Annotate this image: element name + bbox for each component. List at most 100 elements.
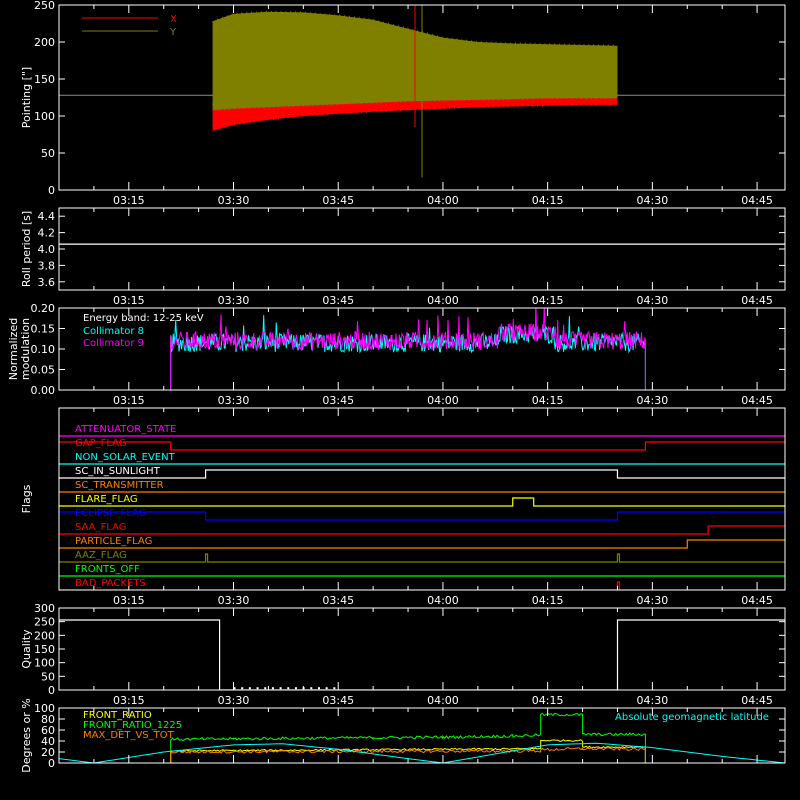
- flag-label-aaz-flag: AAZ_FLAG: [75, 550, 127, 561]
- y-tick-label: 0.05: [31, 364, 56, 377]
- flag-line-gap-flag: [59, 441, 785, 451]
- panel-roll: Roll period [s] 3.6 3.8 4.0 4.2 4.4 03:15 03:30…: [20, 207, 786, 307]
- legend-label: MAX_DET_VS_TOT: [83, 730, 175, 741]
- y-tick-label: 0: [48, 684, 55, 697]
- x-tick-label: 04:00: [427, 394, 459, 407]
- x-tick-label: 04:30: [637, 394, 669, 407]
- series-line-collimator-8: [59, 315, 785, 390]
- flag-line-particle-flag: [59, 539, 785, 549]
- quality-point: [333, 687, 336, 690]
- quality-point: [317, 687, 320, 690]
- y-tick-label: 4.4: [38, 210, 56, 223]
- legend-label-collimator: Collimator 9: [83, 338, 144, 349]
- quality-point: [241, 687, 244, 690]
- x-tick-label: 04:45: [741, 594, 773, 607]
- quality-point: [287, 687, 290, 690]
- panel-quality: Quality 050100150200250300 03:15 03:30 03:45…: [20, 602, 786, 707]
- quality-point: [279, 687, 282, 690]
- x-tick-label: 03:30: [218, 194, 250, 207]
- legend-label-y: Y: [169, 27, 177, 38]
- x-tick-label: 03:30: [218, 594, 250, 607]
- x-tick-label: 03:30: [218, 694, 250, 707]
- flag-label-attenuator-state: ATTENUATOR_STATE: [75, 424, 176, 435]
- y-axis-label: Degrees or %: [20, 698, 33, 772]
- y-tick-label: 0.20: [31, 302, 56, 315]
- x-tick-label: 04:45: [741, 394, 773, 407]
- flag-line-bad-packets: [59, 581, 785, 590]
- y-tick-label: 200: [34, 36, 55, 49]
- chart-figure: Pointing ["]05010015020025003:15 03:30 03:…: [0, 0, 800, 800]
- x-tick-label: 04:30: [637, 694, 669, 707]
- x-tick-label: 04:15: [532, 394, 564, 407]
- y-tick-label: 300: [34, 602, 55, 615]
- y-axis-label: Pointing ["]: [20, 67, 33, 128]
- x-tick-label: 04:30: [637, 194, 669, 207]
- quality-point: [325, 687, 328, 690]
- x-tick-label: 03:45: [322, 194, 354, 207]
- quality-point: [248, 687, 251, 690]
- y-tick-label: 250: [34, 616, 55, 629]
- quality-point: [256, 687, 259, 690]
- y-axis-label: Flags: [20, 484, 33, 513]
- flag-label-non-solar-event: NON_SOLAR_EVENT: [75, 452, 176, 463]
- x-tick-label: 03:15: [113, 294, 145, 307]
- quality-point: [264, 687, 267, 690]
- quality-point: [294, 687, 297, 690]
- panel-flags: Flags 03:15 03:30 03:45 04:00 04:15 04:30 04:45…: [20, 407, 786, 607]
- y-tick-label: 4.2: [38, 227, 56, 240]
- quality-point: [271, 687, 274, 690]
- legend-label-collimator: Collimator 8: [83, 326, 144, 337]
- x-tick-label: 03:15: [113, 694, 145, 707]
- series-line-front-ratio-1225: [170, 712, 646, 763]
- x-tick-label: 04:00: [427, 594, 459, 607]
- y-tick-label: 100: [34, 657, 55, 670]
- x-tick-label: 04:30: [637, 594, 669, 607]
- flag-label-fronts-off: FRONTS_OFF: [75, 564, 140, 575]
- panel-modulation: Normalized modulation0.000.050.100.150.20…: [7, 302, 786, 407]
- plot-area: [59, 619, 785, 690]
- plot-area: [59, 5, 785, 178]
- y-tick-label: 200: [34, 629, 55, 642]
- x-tick-label: 04:45: [741, 294, 773, 307]
- legend-label-geomagnetic-latitude: Absolute geomagnetic latitude: [615, 712, 769, 723]
- energy-band-annotation: Energy band: 12-25 keV: [83, 313, 204, 324]
- panel-frame: [58, 407, 786, 591]
- x-tick-label: 03:15: [113, 194, 145, 207]
- y-tick-label: 100: [34, 110, 55, 123]
- x-tick-label: 04:45: [741, 694, 773, 707]
- x-tick-label: 03:45: [322, 394, 354, 407]
- flag-label-sc-in-sunlight: SC_IN_SUNLIGHT: [75, 466, 161, 477]
- panel-pointing: Pointing ["] 0 50 100 150 200 250 03:15 03:30 03:…: [20, 0, 786, 207]
- panel-frame: [58, 207, 786, 291]
- x-tick-label: 04:00: [427, 194, 459, 207]
- y-tick-label: 250: [34, 0, 55, 12]
- flag-line-sc-in-sunlight: [59, 469, 785, 479]
- y-tick-label: 100: [34, 702, 55, 715]
- flag-line-eclipse-flag: [59, 511, 785, 521]
- flag-label-sc-transmitter: SC_TRANSMITTER: [75, 480, 164, 491]
- x-tick-label: 03:45: [322, 294, 354, 307]
- legend-label-x: X: [170, 14, 177, 25]
- flag-label-gap-flag: GAP_FLAG: [75, 438, 127, 449]
- flag-label-eclipse-flag: ECLIPSE_FLAG: [75, 508, 146, 519]
- y-tick-label: 3.8: [38, 259, 56, 272]
- quality-point: [310, 687, 313, 690]
- series-line: [59, 619, 785, 690]
- flag-line-flare-flag: [59, 497, 785, 507]
- y-axis-label: Quality: [20, 629, 33, 669]
- y-tick-label: 0: [48, 184, 55, 197]
- y-tick-label: 0.15: [31, 323, 56, 336]
- flag-line-saa-flag: [59, 525, 785, 535]
- x-tick-label: 04:00: [427, 694, 459, 707]
- y-tick-label: 50: [41, 147, 55, 160]
- y-tick-label: 3.6: [38, 276, 56, 289]
- flag-line-aaz-flag: [59, 553, 785, 563]
- y-tick-label: 0.00: [31, 384, 56, 397]
- x-tick-label: 04:15: [532, 694, 564, 707]
- x-tick-label: 03:45: [322, 594, 354, 607]
- x-tick-label: 03:15: [113, 594, 145, 607]
- x-tick-label: 03:30: [218, 294, 250, 307]
- y-tick-label: 50: [41, 670, 55, 683]
- y-tick-label: 150: [34, 643, 55, 656]
- x-tick-label: 04:45: [741, 194, 773, 207]
